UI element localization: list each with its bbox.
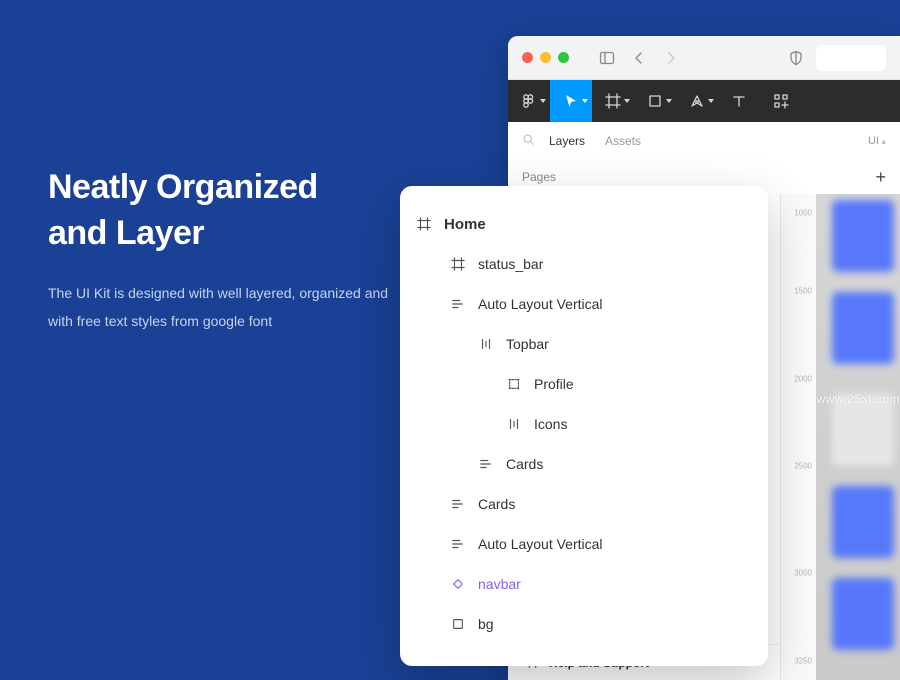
promo-heading-line2: and Layer [48,214,204,252]
search-icon[interactable] [522,133,535,149]
close-icon[interactable] [522,52,533,63]
layer-item[interactable]: Topbar [416,324,752,364]
layer-item[interactable]: Cards [416,444,752,484]
pen-tool-icon[interactable] [676,80,718,122]
ruler-mark: 2000 [794,374,812,383]
layer-item[interactable]: Auto Layout Vertical [416,524,752,564]
layer-label: Auto Layout Vertical [478,536,603,552]
tab-layers[interactable]: Layers [549,134,585,148]
nav-forward-icon[interactable] [659,46,683,70]
ruler-mark: 2500 [794,462,812,471]
ruler-mark: 3000 [794,569,812,578]
layer-label: Cards [506,456,543,472]
component-icon [450,576,466,592]
layers-card: Home status_bar Auto Layout Vertical Top… [400,186,768,666]
shape-tool-icon[interactable] [634,80,676,122]
shield-icon[interactable] [784,46,808,70]
ruler-mark: 1500 [794,287,812,296]
page-dropdown[interactable]: UI [868,135,886,147]
address-bar[interactable] [816,45,886,71]
text-tool-icon[interactable] [718,80,760,122]
nav-back-icon[interactable] [627,46,651,70]
promo-heading: Neatly Organized and Layer [48,165,408,257]
frame-icon [416,216,432,232]
tab-assets[interactable]: Assets [605,134,641,148]
layer-label: navbar [478,576,521,592]
autolayout-icon [450,496,466,512]
ruler-mark: 1000 [794,209,812,218]
add-page-icon[interactable]: + [875,168,886,186]
layer-label: status_bar [478,256,543,272]
figma-toolbar [508,80,900,122]
frame-icon [450,256,466,272]
autolayout-icon [478,456,494,472]
promo-subtext: The UI Kit is designed with well layered… [48,279,408,335]
layer-item[interactable]: Profile [416,364,752,404]
vertical-ruler: 1000 1500 2000 2500 3000 3250 [780,194,816,680]
layer-item-component[interactable]: navbar [416,564,752,604]
autolayout-h-icon [506,416,522,432]
panel-tabs: Layers Assets UI [508,122,900,160]
resources-tool-icon[interactable] [760,80,802,122]
frame-tool-icon[interactable] [592,80,634,122]
move-tool-icon[interactable] [550,80,592,122]
minimize-icon[interactable] [540,52,551,63]
layer-home[interactable]: Home [416,204,752,244]
promo-text: Neatly Organized and Layer The UI Kit is… [48,165,408,335]
layer-label: Icons [534,416,567,432]
maximize-icon[interactable] [558,52,569,63]
ruler-mark: 3250 [794,656,812,665]
traffic-lights [522,52,569,63]
layer-label: Cards [478,496,515,512]
layer-label: Auto Layout Vertical [478,296,603,312]
layer-label: bg [478,616,494,632]
watermark: www.25xt.com [817,392,900,406]
figma-menu-icon[interactable] [508,80,550,122]
layer-label: Profile [534,376,574,392]
autolayout-icon [450,536,466,552]
layer-item[interactable]: status_bar [416,244,752,284]
layer-label: Home [444,216,486,233]
layer-item[interactable]: Auto Layout Vertical [416,284,752,324]
promo-heading-line1: Neatly Organized [48,168,318,206]
layer-item[interactable]: bg [416,604,752,644]
autolayout-h-icon [478,336,494,352]
layer-item[interactable]: Icons [416,404,752,444]
layer-item[interactable]: Cards [416,484,752,524]
pages-label: Pages [522,170,556,184]
autolayout-icon [450,296,466,312]
layer-label: Topbar [506,336,549,352]
group-icon [506,376,522,392]
titlebar [508,36,900,80]
sidebar-toggle-icon[interactable] [595,46,619,70]
rectangle-icon [450,616,466,632]
